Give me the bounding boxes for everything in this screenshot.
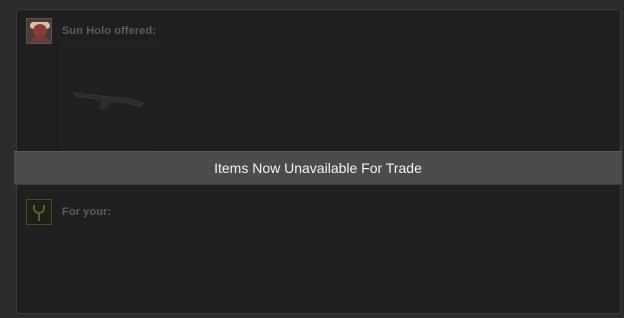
offerer-label: Sun Holo offered:	[62, 25, 156, 37]
recipient-section: For your:	[26, 199, 111, 225]
offered-item-slot[interactable]	[60, 41, 158, 145]
recipient-avatar[interactable]	[26, 199, 52, 225]
avatar-body-shape	[31, 36, 49, 43]
recipient-label: For your:	[62, 206, 112, 218]
trade-offer-window: Sun Holo offered: For your: Items Now Un…	[0, 0, 624, 318]
avatar-stem-shape	[38, 212, 40, 221]
offerer-avatar[interactable]	[26, 18, 52, 44]
rifle-icon	[72, 92, 144, 109]
items-unavailable-banner: Items Now Unavailable For Trade	[14, 151, 622, 185]
